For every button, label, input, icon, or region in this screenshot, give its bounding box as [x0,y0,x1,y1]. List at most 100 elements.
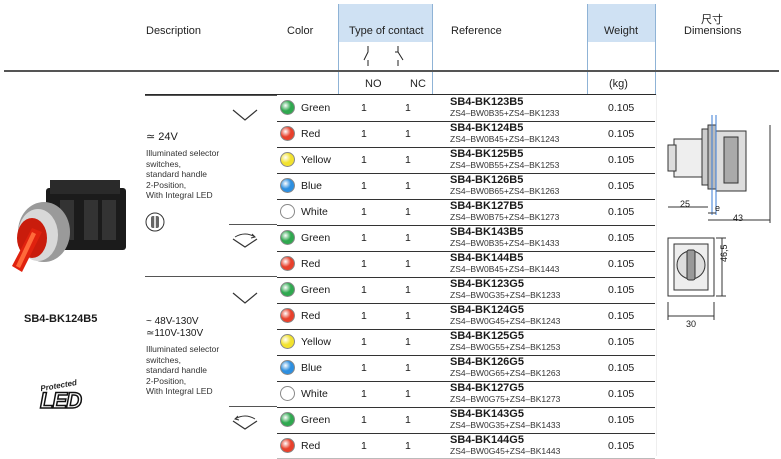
color-name: Red [301,310,321,322]
contact-nc: 1 [405,154,411,166]
contact-no: 1 [361,336,367,348]
reference-code: SB4-BK123G5 [450,278,524,290]
symbol-divider-1 [229,224,277,225]
group2-voltage1: ~ 48V-130V [146,316,199,327]
contact-nc: 1 [405,102,411,114]
group-divider [145,276,277,277]
color-indicator-icon [280,412,295,427]
color-indicator-icon [280,256,295,271]
two-position-chevron-icon-2 [232,292,258,304]
table-row: Red 1 1 SB4-BK144G5 ZS4–BW0G45+ZS4–BK144… [277,433,655,459]
reference-components: ZS4–BW0G35+ZS4–BK1233 [450,290,561,300]
color-name: Blue [301,362,323,374]
table-row: Red 1 1 SB4-BK124B5 ZS4–BW0B45+ZS4–BK124… [277,121,655,147]
contact-nc: 1 [405,232,411,244]
row-divider [277,329,655,330]
color-name: Red [301,128,321,140]
group1-top-rule [145,95,277,96]
table-row: Red 1 1 SB4-BK144B5 ZS4–BW0B45+ZS4–BK144… [277,251,655,277]
dim-e: e [715,203,721,213]
reference-components: ZS4–BW0G65+ZS4–BK1263 [450,368,561,378]
color-name: White [301,388,328,400]
reference-components: ZS4–BW0G55+ZS4–BK1253 [450,342,561,352]
color-name: Red [301,440,321,452]
table-row: Green 1 1 SB4-BK123G5 ZS4–BW0G35+ZS4–BK1… [277,277,655,303]
contact-no: 1 [361,180,367,192]
header-reference: Reference [451,25,502,37]
color-indicator-icon [280,178,295,193]
group2-desc: Illuminated selector switches, standard ha… [146,344,220,396]
contact-no: 1 [361,310,367,322]
header-nc: NC [410,78,426,90]
contact-no: 1 [361,206,367,218]
color-indicator-icon [280,334,295,349]
reference-code: SB4-BK126G5 [450,356,524,368]
contact-column-line-left [338,4,339,94]
row-divider [277,199,655,200]
color-name: Yellow [301,154,331,166]
contact-nc: 1 [405,258,411,270]
contact-nc: 1 [405,414,411,426]
dim-30: 30 [686,319,697,329]
dim-46-5: 46,5 [719,244,729,262]
weight-column-line-right [655,4,656,94]
color-name: Blue [301,180,323,192]
reference-code: SB4-BK143G5 [450,408,524,420]
row-divider [277,121,655,122]
contact-nc: 1 [405,128,411,140]
group1-desc: Illuminated selector switches, standard ha… [146,148,220,200]
weight-value: 0.105 [608,258,635,270]
contact-nc: 1 [405,310,411,322]
contact-no: 1 [361,102,367,114]
header-type-of-contact: Type of contact [349,25,424,37]
spring-return-chevron-icon-2 [232,415,258,430]
contact-no: 1 [361,258,367,270]
weight-value: 0.105 [608,284,635,296]
table-row: White 1 1 SB4-BK127G5 ZS4–BW0G75+ZS4–BK1… [277,381,655,407]
weight-value: 0.105 [608,180,635,192]
row-divider [277,173,655,174]
table-row: Green 1 1 SB4-BK143B5 ZS4–BW0B35+ZS4–BK1… [277,225,655,251]
color-indicator-icon [280,126,295,141]
contact-no: 1 [361,284,367,296]
row-divider [277,225,655,226]
color-indicator-icon [280,386,295,401]
logo-led: LED [39,388,83,414]
color-indicator-icon [280,204,295,219]
reference-components: ZS4–BW0B35+ZS4–BK1233 [450,108,560,118]
contact-no: 1 [361,440,367,452]
symbol-divider-2 [229,406,277,407]
selector-knob-icon [145,212,165,232]
contact-nc: 1 [405,336,411,348]
protected-led-logo: Protected LED [39,378,90,420]
table-row: Blue 1 1 SB4-BK126B5 ZS4–BW0B65+ZS4–BK12… [277,173,655,199]
color-name: Green [301,102,331,114]
header-color: Color [287,25,314,37]
contact-column-line-right [432,4,433,94]
product-model: SB4-BK124B5 [24,313,98,325]
reference-components: ZS4–BW0B65+ZS4–BK1263 [450,186,560,196]
row-divider [277,147,655,148]
contact-nc: 1 [405,284,411,296]
contact-symbol-icon [363,46,404,66]
weight-value: 0.105 [608,440,635,452]
table-row: Green 1 1 SB4-BK143G5 ZS4–BW0G35+ZS4–BK1… [277,407,655,433]
reference-code: SB4-BK125B5 [450,148,524,160]
weight-column-line-left [587,4,588,94]
header-dimensions: Dimensions [684,25,742,37]
row-divider [277,433,655,434]
contact-no: 1 [361,154,367,166]
color-indicator-icon [280,100,295,115]
color-indicator-icon [280,152,295,167]
color-indicator-icon [280,308,295,323]
color-name: Green [301,284,331,296]
contact-no: 1 [361,414,367,426]
row-divider [277,355,655,356]
spring-return-chevron-icon [232,233,258,248]
two-position-chevron-icon [232,109,258,121]
dim-43: 43 [733,213,744,223]
color-name: Green [301,232,331,244]
color-indicator-icon [280,360,295,375]
reference-components: ZS4–BW0G35+ZS4–BK1433 [450,420,561,430]
reference-components: ZS4–BW0B75+ZS4–BK1273 [450,212,560,222]
